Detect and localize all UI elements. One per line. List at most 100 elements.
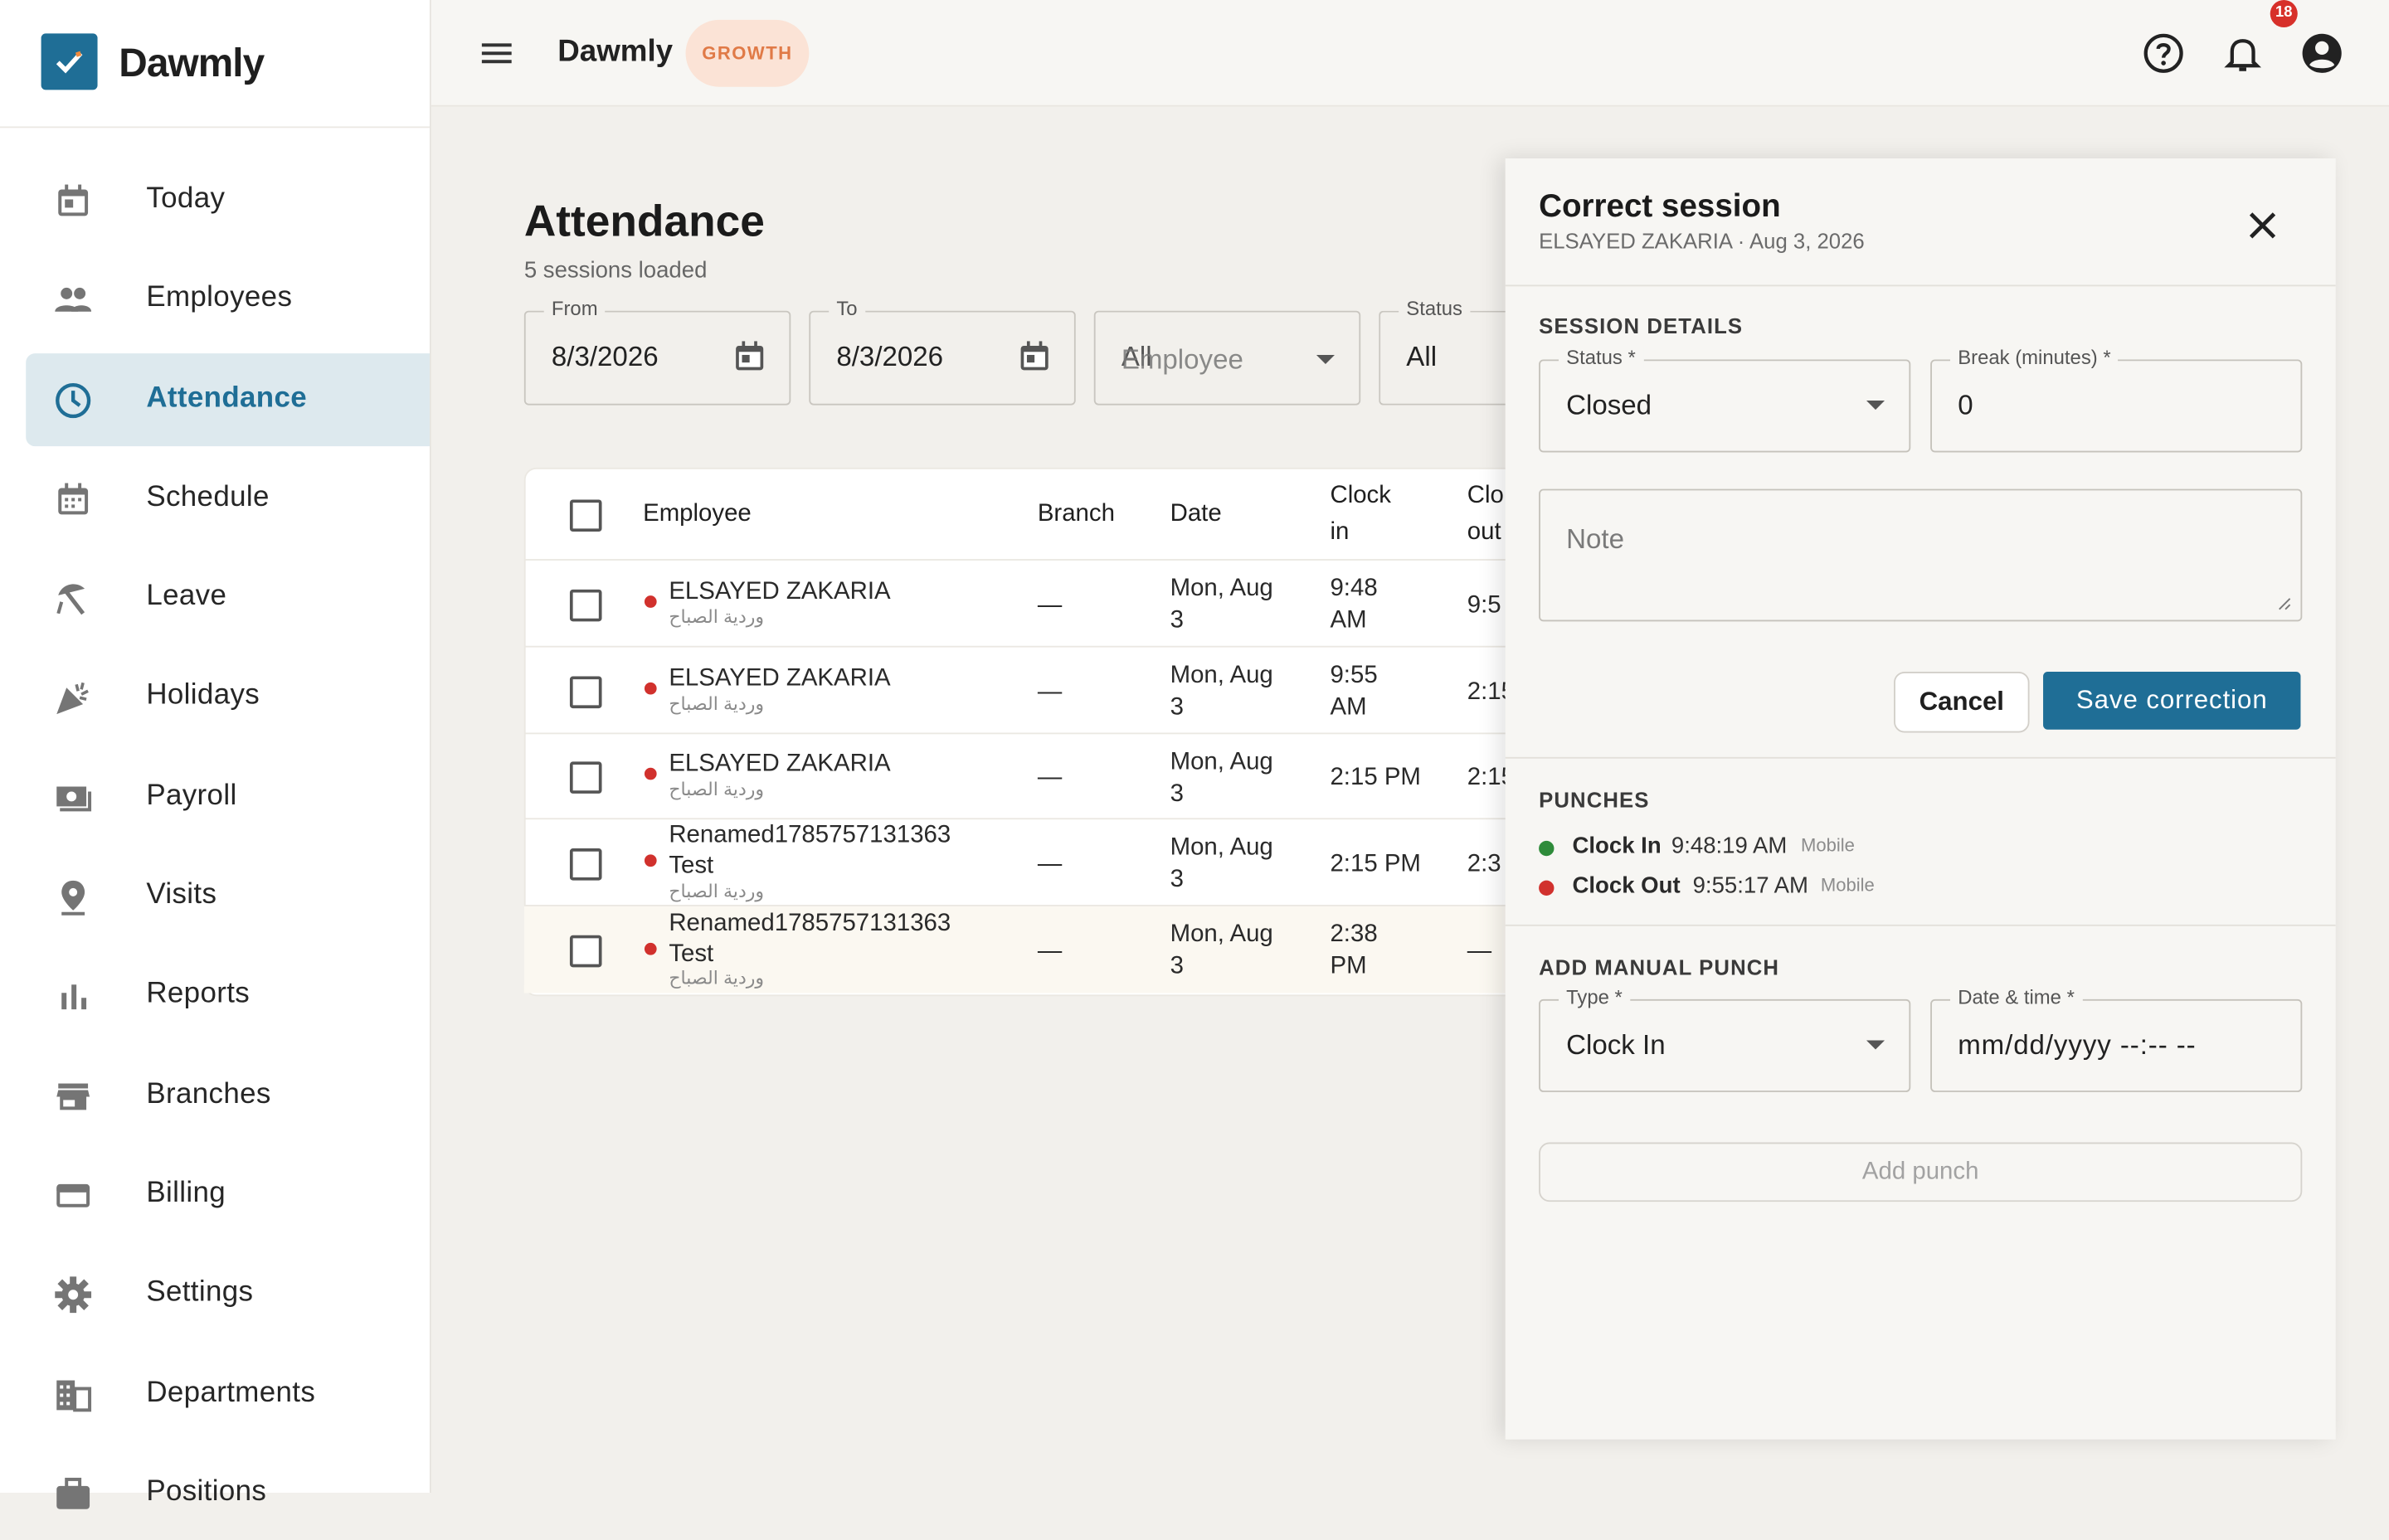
employee-name: Renamed1785757131363	[669, 822, 951, 849]
hamburger-menu-icon[interactable]	[477, 33, 517, 73]
break-label: Break (minutes) *	[1950, 345, 2119, 369]
plan-badge: GROWTH	[685, 19, 810, 87]
divider	[1505, 284, 2336, 287]
sidebar-item-billing[interactable]: Billing	[26, 1149, 430, 1241]
employee-name-line2: Test	[669, 853, 714, 879]
punch-item: Clock Out 9:55:17 AM Mobile	[1539, 872, 2148, 903]
clock-in-cell: 2:15 PM	[1330, 851, 1421, 877]
calendar-today-icon	[58, 184, 89, 216]
sidebar-item-payroll[interactable]: Payroll	[26, 751, 430, 844]
sidebar-item-schedule[interactable]: Schedule	[26, 453, 430, 546]
punch-type: Clock In	[1572, 833, 1662, 859]
status-dot	[644, 682, 657, 695]
branch-cell: —	[1037, 679, 1063, 706]
store-icon	[56, 1083, 90, 1110]
celebration-icon	[56, 682, 89, 715]
add-manual-punch-title: ADD MANUAL PUNCH	[1539, 955, 1780, 980]
type-label: Type *	[1558, 985, 1631, 1008]
divider	[1505, 756, 2336, 759]
calendar-icon[interactable]	[1016, 338, 1053, 375]
sidebar-item-label: Billing	[146, 1177, 226, 1210]
date-cell-line2: 3	[1170, 953, 1184, 980]
punch-datetime-input[interactable]: Date & time * mm/dd/yyyy --:-- --	[1930, 985, 2303, 1092]
calendar-icon[interactable]	[732, 338, 768, 375]
sidebar-item-reports[interactable]: Reports	[26, 949, 430, 1042]
from-value: 8/3/2026	[551, 341, 659, 372]
sidebar-item-settings[interactable]: Settings	[26, 1247, 430, 1340]
select-all-checkbox[interactable]	[569, 499, 602, 532]
clock-in-cell: 2:15 PM	[1330, 765, 1421, 791]
money-icon	[56, 786, 92, 812]
sidebar-item-holidays[interactable]: Holidays	[26, 650, 430, 743]
date-cell: Mon, Aug	[1170, 834, 1273, 861]
close-icon[interactable]	[2243, 206, 2283, 245]
add-punch-button[interactable]: Add punch	[1539, 1142, 2303, 1202]
chevron-down-icon	[1316, 354, 1335, 364]
employee-select[interactable]: All Employee	[1093, 310, 1361, 406]
sidebar-item-departments[interactable]: Departments	[26, 1348, 430, 1441]
chevron-down-icon	[1866, 1040, 1885, 1050]
punch-source: Mobile	[1801, 834, 1855, 857]
resize-handle-icon[interactable]	[2276, 595, 2291, 610]
from-label: From	[543, 297, 606, 320]
note-textarea[interactable]: Note	[1539, 488, 2303, 622]
session-details-title: SESSION DETAILS	[1539, 313, 1744, 338]
sidebar-item-leave[interactable]: Leave	[26, 551, 430, 644]
note-placeholder: Note	[1566, 523, 1625, 555]
header-date[interactable]: Date	[1170, 501, 1222, 528]
branch-cell: —	[1037, 765, 1063, 791]
header-branch[interactable]: Branch	[1038, 501, 1115, 528]
punch-type: Clock Out	[1572, 872, 1681, 899]
beach-umbrella-icon	[56, 584, 85, 615]
punch-source: Mobile	[1820, 874, 1875, 896]
sidebar-item-label: Today	[146, 182, 226, 215]
notification-count-badge: 18	[2270, 0, 2298, 28]
from-date-field[interactable]: From 8/3/2026	[523, 297, 791, 406]
sidebar-item-attendance[interactable]: Attendance	[26, 353, 430, 447]
type-value: Clock In	[1566, 1029, 1666, 1061]
header-clock-in[interactable]: Clock	[1330, 483, 1390, 510]
sidebar-item-visits[interactable]: Visits	[26, 850, 430, 943]
brand-logo-icon	[41, 33, 98, 90]
punch-type-select[interactable]: Type * Clock In	[1539, 985, 1911, 1092]
datetime-placeholder: mm/dd/yyyy --:-- --	[1958, 1029, 2197, 1061]
row-checkbox[interactable]	[569, 676, 602, 709]
break-minutes-input[interactable]: Break (minutes) * 0	[1930, 345, 2303, 453]
help-icon[interactable]	[2142, 32, 2184, 75]
status-value: All	[1406, 341, 1438, 372]
header-employee[interactable]: Employee	[643, 501, 752, 528]
punch-time: 9:48:19 AM	[1671, 833, 1788, 859]
row-checkbox[interactable]	[569, 935, 602, 968]
page-title: Attendance	[523, 197, 765, 247]
cancel-button[interactable]: Cancel	[1894, 671, 2030, 733]
sidebar-item-label: Leave	[146, 580, 227, 613]
row-checkbox[interactable]	[569, 848, 602, 881]
shift-name: وردية الصباح	[669, 778, 765, 800]
save-correction-button[interactable]: Save correction	[2043, 671, 2301, 730]
row-checkbox[interactable]	[569, 761, 602, 794]
divider	[1505, 924, 2336, 926]
punches-title: PUNCHES	[1539, 787, 1650, 812]
to-date-field[interactable]: To 8/3/2026	[809, 297, 1076, 406]
header-clock-out[interactable]: Clo	[1467, 483, 1504, 510]
bell-icon[interactable]	[2221, 32, 2264, 75]
top-title: Dawmly	[557, 35, 674, 69]
account-icon[interactable]	[2300, 32, 2343, 75]
clock-in-cell-line2: AM	[1330, 694, 1367, 721]
sidebar-item-branches[interactable]: Branches	[26, 1050, 430, 1143]
header-clock-out-line2: out	[1467, 519, 1501, 546]
date-cell-line2: 3	[1170, 781, 1184, 808]
status-select[interactable]: Status * Closed	[1539, 345, 1911, 453]
row-checkbox[interactable]	[569, 589, 602, 622]
sidebar-item-positions[interactable]: Positions	[26, 1447, 430, 1540]
punch-time: 9:55:17 AM	[1692, 872, 1808, 899]
sidebar-item-label: Attendance	[146, 382, 308, 415]
sidebar-item-label: Reports	[146, 978, 251, 1010]
sidebar-item-label: Visits	[146, 878, 217, 911]
to-value: 8/3/2026	[836, 341, 944, 372]
sidebar-item-today[interactable]: Today	[26, 154, 430, 247]
branch-cell: —	[1037, 851, 1063, 877]
employee-name: ELSAYED ZAKARIA	[669, 751, 891, 777]
drawer-subtitle: ELSAYED ZAKARIA · Aug 3, 2026	[1539, 228, 1865, 253]
sidebar-item-employees[interactable]: Employees	[26, 253, 430, 346]
